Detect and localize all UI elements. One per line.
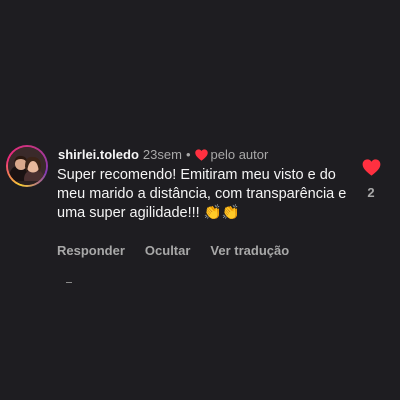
heart-icon[interactable] <box>362 159 381 176</box>
avatar[interactable] <box>6 145 48 187</box>
like-control: 2 <box>360 159 382 200</box>
divider <box>66 282 72 283</box>
comment-item: shirlei.toledo 23sem • pelo autor Super … <box>0 140 400 270</box>
hide-button[interactable]: Ocultar <box>145 243 191 258</box>
see-translation-button[interactable]: Ver tradução <box>210 243 289 258</box>
comment-time: 23sem <box>142 147 182 162</box>
avatar-image <box>8 147 46 185</box>
comment-actions: Responder Ocultar Ver tradução <box>57 243 289 258</box>
heart-icon <box>194 149 208 161</box>
comment-text: Super recomendo! Emitiram meu visto e do… <box>57 167 347 221</box>
comment-meta: shirlei.toledo 23sem • pelo autor <box>58 147 268 163</box>
username[interactable]: shirlei.toledo <box>58 147 139 163</box>
comments-screen: shirlei.toledo 23sem • pelo autor Super … <box>0 0 400 400</box>
reply-button[interactable]: Responder <box>57 243 125 258</box>
liked-by-author-label: pelo autor <box>210 147 269 162</box>
like-count: 2 <box>367 185 375 200</box>
meta-separator: • <box>185 147 191 162</box>
